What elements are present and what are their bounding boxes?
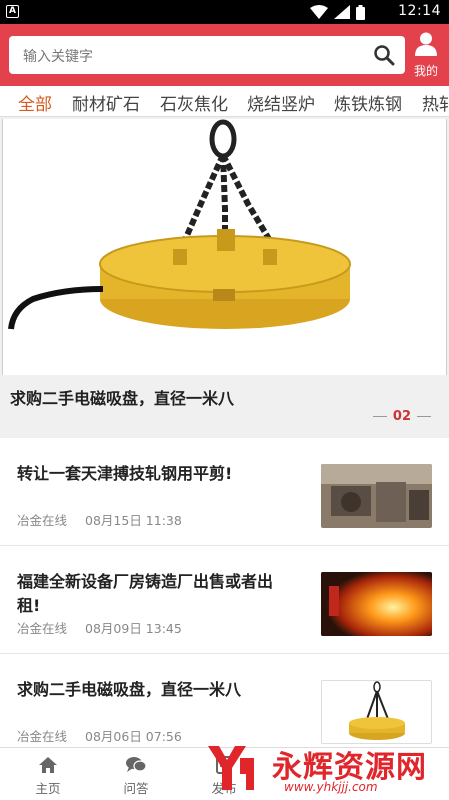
search-input[interactable]: 输入关键字 bbox=[9, 36, 405, 74]
news-time: 08月06日 07:56 bbox=[85, 729, 182, 744]
news-time: 08月09日 13:45 bbox=[85, 621, 182, 636]
list-item[interactable]: 求购二手电磁吸盘，直径一米八 冶金在线 08月06日 07:56 bbox=[0, 654, 449, 747]
news-time: 08月15日 11:38 bbox=[85, 513, 182, 528]
watermark: 永辉资源网 www.yhkjjj.com bbox=[200, 736, 449, 800]
header-bar: 输入关键字 我的 bbox=[0, 24, 449, 86]
news-meta: 冶金在线 08月09日 13:45 bbox=[17, 618, 182, 637]
watermark-logo bbox=[208, 746, 254, 790]
signal-icon bbox=[334, 5, 350, 19]
battery-icon bbox=[356, 4, 365, 20]
chat-icon bbox=[126, 757, 147, 772]
clock: 12:14 bbox=[398, 3, 441, 19]
search-placeholder: 输入关键字 bbox=[23, 49, 93, 65]
tab-ironmaking-steelmaking[interactable]: 炼铁炼钢 bbox=[334, 90, 402, 115]
system-icons bbox=[310, 4, 365, 20]
mine-button[interactable]: 我的 bbox=[411, 32, 441, 79]
page-indicator: 02 bbox=[392, 409, 411, 424]
banner-image bbox=[2, 119, 447, 375]
banner-title: 求购二手电磁吸盘，直径一米八 bbox=[10, 389, 235, 408]
list-item[interactable]: 转让一套天津搏技轧钢用平剪! 冶金在线 08月15日 11:38 bbox=[0, 438, 449, 546]
news-thumbnail bbox=[321, 572, 432, 636]
watermark-url: www.yhkjjj.com bbox=[284, 780, 378, 794]
search-icon[interactable] bbox=[373, 44, 395, 66]
app-notification-icon: A bbox=[6, 5, 19, 18]
mine-label: 我的 bbox=[413, 64, 438, 78]
news-title: 福建全新设备厂房铸造厂出售或者出租! bbox=[17, 572, 274, 615]
nav-home[interactable]: 主页 bbox=[18, 755, 78, 797]
banner-pager: 02 bbox=[372, 409, 431, 424]
electromagnet-illustration bbox=[8, 119, 351, 330]
news-thumbnail bbox=[321, 680, 432, 744]
news-source: 冶金在线 bbox=[17, 513, 68, 528]
news-source: 冶金在线 bbox=[17, 621, 68, 636]
list-item[interactable]: 福建全新设备厂房铸造厂出售或者出租! 冶金在线 08月09日 13:45 bbox=[0, 546, 449, 654]
status-bar: A 12:14 bbox=[0, 0, 449, 24]
wifi-icon bbox=[310, 5, 328, 19]
tab-lime-coking[interactable]: 石灰焦化 bbox=[160, 90, 228, 115]
tab-sinter-shaft[interactable]: 烧结竖炉 bbox=[247, 90, 315, 115]
nav-qa-label: 问答 bbox=[123, 781, 149, 796]
user-icon bbox=[415, 32, 437, 56]
nav-home-label: 主页 bbox=[35, 781, 61, 796]
tab-hot-rolling[interactable]: 热轧 bbox=[422, 90, 449, 115]
tab-all[interactable]: 全部 bbox=[18, 90, 52, 115]
news-thumbnail bbox=[321, 464, 432, 528]
news-meta: 冶金在线 08月06日 07:56 bbox=[17, 726, 182, 745]
nav-qa[interactable]: 问答 bbox=[106, 755, 166, 797]
banner-carousel[interactable]: 求购二手电磁吸盘，直径一米八 02 bbox=[0, 116, 449, 438]
tab-refractory-ore[interactable]: 耐材矿石 bbox=[72, 90, 140, 115]
category-tabs: 全部 耐材矿石 石灰焦化 烧结竖炉 炼铁炼钢 热轧 bbox=[0, 86, 449, 116]
news-title: 转让一套天津搏技轧钢用平剪! bbox=[17, 464, 233, 483]
news-source: 冶金在线 bbox=[17, 729, 68, 744]
news-meta: 冶金在线 08月15日 11:38 bbox=[17, 510, 182, 529]
home-icon bbox=[39, 757, 57, 773]
news-title: 求购二手电磁吸盘，直径一米八 bbox=[17, 680, 242, 699]
